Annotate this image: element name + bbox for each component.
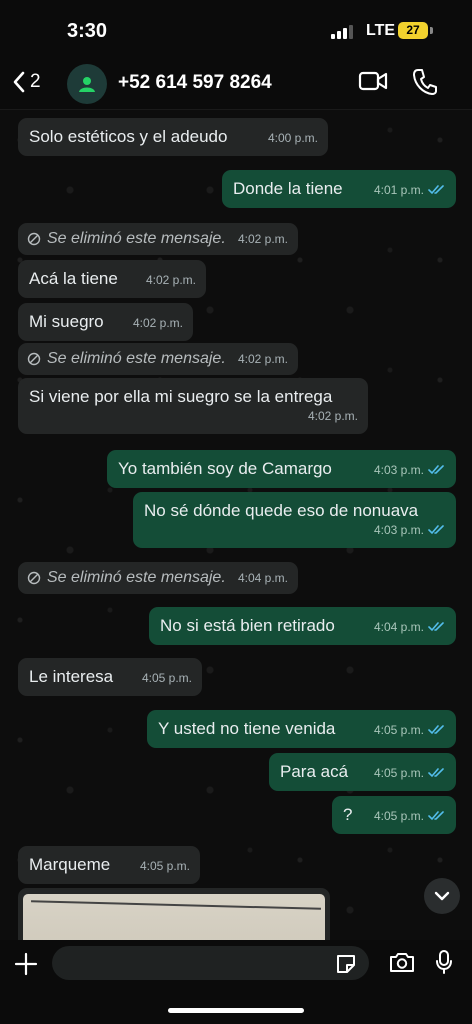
message-time: 4:02 p.m.: [237, 232, 288, 246]
sticker-icon: [337, 955, 355, 973]
double-check-icon: [428, 185, 444, 195]
message-bubble[interactable]: Para acá 4:05 p.m.: [269, 753, 456, 791]
message-bubble[interactable]: Yo también soy de Camargo 4:03 p.m.: [107, 450, 456, 488]
phone-icon: [413, 69, 437, 95]
message-time: 4:00 p.m.: [267, 131, 318, 145]
image-preview: [23, 894, 325, 940]
plus-icon: [14, 952, 38, 976]
camera-icon: [390, 953, 414, 972]
message-time: 4:05 p.m.: [141, 671, 192, 685]
message-bubble[interactable]: Y usted no tiene venida 4:05 p.m.: [147, 710, 456, 748]
message-text: Donde la tiene: [233, 179, 343, 198]
message-text: Solo estéticos y el adeudo: [29, 127, 228, 146]
message-text: Yo también soy de Camargo: [118, 459, 332, 478]
message-time: 4:03 p.m.: [373, 463, 424, 477]
deleted-message[interactable]: Se eliminó este mensaje. 4:02 p.m.: [18, 223, 298, 255]
message-text: ?: [343, 805, 353, 824]
microphone-icon: [436, 950, 452, 974]
deleted-icon: [27, 232, 41, 246]
chevron-down-icon: [434, 891, 450, 901]
message-text: Mi suegro: [29, 312, 104, 331]
message-time: 4:05 p.m.: [373, 809, 424, 823]
message-time: 4:02 p.m.: [307, 409, 358, 423]
message-time: 4:01 p.m.: [373, 183, 424, 197]
sticker-button[interactable]: [334, 952, 358, 981]
message-text: Si viene por ella mi suegro se la entreg…: [29, 387, 333, 406]
image-message[interactable]: [18, 888, 330, 940]
battery-tip: [430, 27, 433, 34]
double-check-icon: [428, 525, 444, 535]
message-text: Se eliminó este mensaje.: [47, 350, 226, 367]
video-call-button[interactable]: [358, 70, 388, 97]
deleted-message[interactable]: Se eliminó este mensaje. 4:02 p.m.: [18, 343, 298, 375]
status-bar: 3:30 LTE 27: [0, 0, 472, 58]
message-bubble[interactable]: No sé dónde quede eso de nonuava 4:03 p.…: [133, 492, 456, 548]
avatar[interactable]: [67, 64, 107, 104]
message-time: 4:02 p.m.: [145, 273, 196, 287]
message-text: Le interesa: [29, 667, 114, 686]
message-text: Y usted no tiene venida: [158, 719, 336, 738]
battery-icon: 27: [398, 22, 428, 39]
double-check-icon: [428, 725, 444, 735]
double-check-icon: [428, 768, 444, 778]
message-bubble[interactable]: Solo estéticos y el adeudo 4:00 p.m.: [18, 118, 328, 156]
message-bubble[interactable]: Acá la tiene 4:02 p.m.: [18, 260, 206, 298]
message-time: 4:02 p.m.: [237, 352, 288, 366]
network-label: LTE: [366, 22, 396, 39]
unread-count: 2: [30, 71, 41, 92]
video-call-icon: [358, 71, 388, 91]
deleted-icon: [27, 352, 41, 366]
message-text: Se eliminó este mensaje.: [47, 569, 226, 586]
deleted-message[interactable]: Se eliminó este mensaje. 4:04 p.m.: [18, 562, 298, 594]
message-time: 4:05 p.m.: [139, 859, 190, 873]
back-chevron-icon: [13, 71, 25, 93]
message-time: 4:05 p.m.: [373, 766, 424, 780]
chat-header: 2 +52 614 597 8264: [0, 58, 472, 110]
message-text: No si está bien retirado: [160, 616, 335, 635]
message-bubble[interactable]: Mi suegro 4:02 p.m.: [18, 303, 193, 341]
message-time: 4:05 p.m.: [373, 723, 424, 737]
message-bubble[interactable]: Donde la tiene 4:01 p.m.: [222, 170, 456, 208]
attach-button[interactable]: [14, 952, 38, 981]
message-bubble[interactable]: Marqueme 4:05 p.m.: [18, 846, 200, 884]
microphone-button[interactable]: [435, 949, 453, 980]
double-check-icon: [428, 622, 444, 632]
message-bubble[interactable]: No si está bien retirado 4:04 p.m.: [149, 607, 456, 645]
scroll-to-bottom-button[interactable]: [424, 878, 460, 914]
message-bubble[interactable]: Le interesa 4:05 p.m.: [18, 658, 202, 696]
double-check-icon: [428, 811, 444, 821]
signal-icon: [331, 25, 353, 39]
message-time: 4:03 p.m.: [373, 523, 424, 537]
message-text: Se eliminó este mensaje.: [47, 230, 226, 247]
camera-button[interactable]: [389, 951, 415, 978]
message-bubble[interactable]: Si viene por ella mi suegro se la entreg…: [18, 378, 368, 434]
home-indicator: [168, 1008, 304, 1013]
message-time: 4:04 p.m.: [237, 571, 288, 585]
status-time: 3:30: [67, 20, 108, 42]
message-bubble[interactable]: ? 4:05 p.m.: [332, 796, 456, 834]
chat-area[interactable]: Solo estéticos y el adeudo 4:00 p.m. Don…: [0, 110, 472, 940]
message-time: 4:02 p.m.: [132, 316, 183, 330]
message-text: Marqueme: [29, 855, 111, 874]
deleted-icon: [27, 571, 41, 585]
message-time: 4:04 p.m.: [373, 620, 424, 634]
message-text: Acá la tiene: [29, 269, 118, 288]
person-icon: [79, 77, 95, 92]
message-input[interactable]: [52, 946, 369, 980]
message-text: Para acá: [280, 762, 349, 781]
back-button[interactable]: 2: [12, 70, 41, 94]
contact-name[interactable]: +52 614 597 8264: [118, 72, 272, 94]
double-check-icon: [428, 465, 444, 475]
voice-call-button[interactable]: [412, 68, 438, 101]
